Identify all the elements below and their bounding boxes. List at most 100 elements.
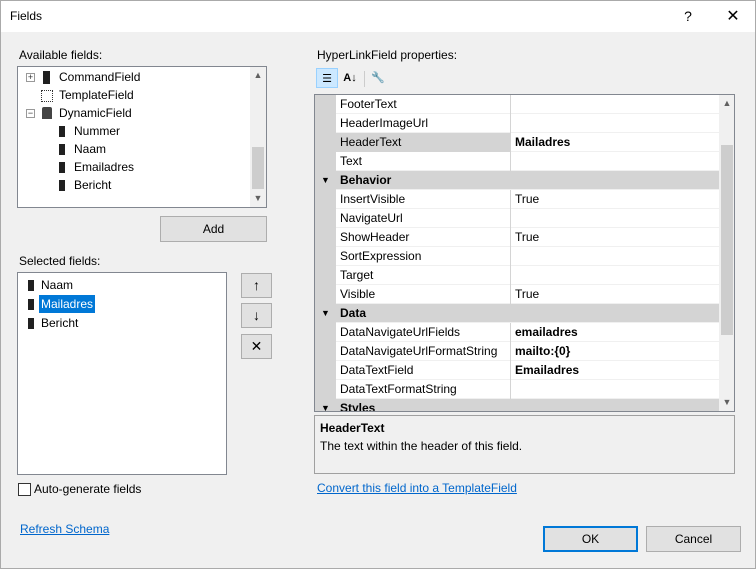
property-value[interactable] [512,95,719,114]
row-gutter [315,266,336,285]
collapse-category-icon[interactable]: ▼ [315,399,336,411]
property-value[interactable]: Mailadres [512,133,719,152]
description-title: HeaderText [320,421,385,435]
category-label: Styles [340,401,376,412]
move-up-button[interactable]: ↑ [241,273,272,298]
property-name: DataTextField [336,361,511,380]
property-row[interactable]: DataTextFormatString [315,380,719,399]
property-row[interactable]: InsertVisible True [315,190,719,209]
row-gutter [315,247,336,266]
selected-fields-list[interactable]: Naam Mailadres Bericht [17,272,227,475]
scroll-up-icon[interactable]: ▲ [250,67,266,84]
tree-item-templatefield[interactable]: TemplateField [18,86,248,104]
property-value[interactable]: True [512,285,719,304]
property-value[interactable] [512,380,719,399]
categorized-icon[interactable]: ☰ [316,68,338,88]
refresh-schema-link[interactable]: Refresh Schema [20,522,109,536]
property-value[interactable] [512,114,719,133]
tree-item-emailadres[interactable]: Emailadres [18,158,248,176]
tree-item-bericht[interactable]: Bericht [18,176,248,194]
tree-item-label: CommandField [59,70,141,84]
property-row[interactable]: DataNavigateUrlFormatString mailto:{0} [315,342,719,361]
toolbar-separator [364,71,365,87]
field-icon [28,318,34,329]
close-button[interactable]: ✕ [710,1,756,32]
scroll-thumb[interactable] [252,147,264,189]
property-value[interactable] [512,247,719,266]
arrow-down-icon: ↓ [253,307,260,323]
template-field-icon [41,90,53,102]
property-scrollbar[interactable]: ▲ ▼ [719,95,734,411]
move-down-button[interactable]: ↓ [241,303,272,328]
collapse-category-icon[interactable]: ▼ [315,171,336,190]
tree-item-label: Emailadres [74,160,135,174]
wrench-icon[interactable]: 🔧 [367,68,389,88]
row-gutter [315,95,336,114]
scroll-down-icon[interactable]: ▼ [250,190,266,207]
field-icon [59,144,65,155]
available-scrollbar[interactable]: ▲ ▼ [250,67,266,207]
properties-label: HyperLinkField properties: [317,48,458,62]
dynamic-field-icon [42,107,52,119]
title-bar: Fields ? ✕ [1,1,755,32]
property-row[interactable]: Text [315,152,719,171]
collapse-category-icon[interactable]: ▼ [315,304,336,323]
row-gutter [315,190,336,209]
scroll-thumb[interactable] [721,145,733,335]
row-gutter [315,380,336,399]
property-value[interactable]: True [512,228,719,247]
property-row[interactable]: FooterText [315,95,719,114]
convert-templatefield-link[interactable]: Convert this field into a TemplateField [317,481,517,495]
cancel-button[interactable]: Cancel [646,526,741,552]
property-row[interactable]: HeaderImageUrl [315,114,719,133]
property-value[interactable]: emailadres [512,323,719,342]
property-value[interactable] [512,209,719,228]
property-row[interactable]: ShowHeader True [315,228,719,247]
selected-fields-label: Selected fields: [19,254,101,268]
tree-item-commandfield[interactable]: + CommandField [18,68,248,86]
property-row[interactable]: Visible True [315,285,719,304]
available-fields-tree[interactable]: + CommandField TemplateField − DynamicFi… [17,66,267,208]
property-row[interactable]: SortExpression [315,247,719,266]
add-button[interactable]: Add [160,216,267,242]
property-name: Visible [336,285,511,304]
window-title: Fields [10,9,43,23]
alphabetical-sort-icon[interactable]: A↓ [339,68,361,88]
property-name: HeaderImageUrl [336,114,511,133]
delete-button[interactable]: ✕ [241,334,272,359]
field-icon [59,162,65,173]
description-text: The text within the header of this field… [320,439,523,453]
row-gutter [315,361,336,380]
property-value[interactable]: Emailadres [512,361,719,380]
property-value[interactable] [512,152,719,171]
category-row[interactable]: ▼ Data [315,304,719,323]
category-row[interactable]: ▼ Behavior [315,171,719,190]
collapse-icon[interactable]: − [26,109,35,118]
property-value[interactable]: True [512,190,719,209]
available-fields-label: Available fields: [19,48,103,62]
scroll-up-icon[interactable]: ▲ [719,95,734,112]
field-icon [59,126,65,137]
help-button[interactable]: ? [665,1,711,32]
ok-button[interactable]: OK [543,526,638,552]
category-label: Data [340,306,367,320]
property-name: DataNavigateUrlFields [336,323,511,342]
expand-icon[interactable]: + [26,73,35,82]
scroll-down-icon[interactable]: ▼ [719,394,734,411]
row-gutter [315,285,336,304]
property-value[interactable]: mailto:{0} [512,342,719,361]
tree-item-naam[interactable]: Naam [18,140,248,158]
category-row[interactable]: ▼ Styles [315,399,719,412]
property-row[interactable]: NavigateUrl [315,209,719,228]
property-value[interactable] [512,266,719,285]
property-row[interactable]: DataTextField Emailadres [315,361,719,380]
tree-item-dynamicfield[interactable]: − DynamicField [18,104,248,122]
property-row[interactable]: DataNavigateUrlFields emailadres [315,323,719,342]
property-name: NavigateUrl [336,209,511,228]
property-row[interactable]: Target [315,266,719,285]
tree-item-nummer[interactable]: Nummer [18,122,248,140]
auto-generate-checkbox[interactable] [18,483,31,496]
property-name: InsertVisible [336,190,511,209]
property-grid[interactable]: FooterText HeaderImageUrl HeaderText Mailad… [314,94,735,412]
property-row[interactable]: HeaderText Mailadres [315,133,719,152]
